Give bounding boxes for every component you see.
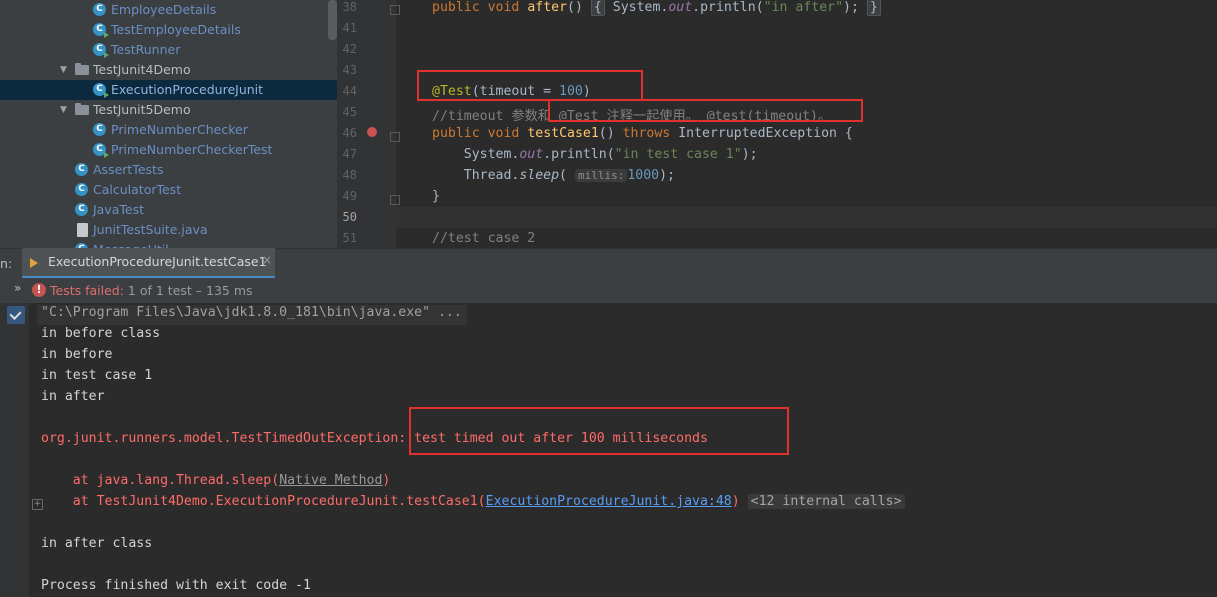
internal-calls-fold[interactable]: <12 internal calls> <box>747 494 905 509</box>
tree-item-employee-details[interactable]: C EmployeeDetails <box>0 0 337 20</box>
tree-item-assert-tests[interactable]: C AssertTests <box>0 160 337 180</box>
native-method-link[interactable]: Native Method <box>279 473 382 488</box>
class-icon: C <box>93 3 106 16</box>
code-line-49: } <box>432 189 440 204</box>
tree-item-execution-procedure-junit[interactable]: C ExecutionProcedureJunit <box>0 80 337 100</box>
stack-trace-line: at TestJunit4Demo.ExecutionProcedureJuni… <box>41 494 905 509</box>
tree-item-message-util[interactable]: C MessageUtil <box>0 240 337 248</box>
chevron-down-icon[interactable]: ▼ <box>60 100 67 120</box>
highlight-box-annotation <box>417 70 643 101</box>
code-line-47: System.out.println("in test case 1"); <box>463 147 758 162</box>
class-icon: C <box>93 123 106 136</box>
code-line-48: Thread.sleep( millis: 1000); <box>463 168 675 183</box>
class-icon: C <box>75 203 88 216</box>
console-line: in test case 1 <box>41 368 153 383</box>
run-tab-execution-procedure[interactable]: ExecutionProcedureJunit.testCase1 × <box>22 248 275 278</box>
code-line-38: public void after() { System.out.println… <box>432 0 881 16</box>
stack-trace-line: at java.lang.Thread.sleep(Native Method) <box>41 473 391 488</box>
run-window-label: n: <box>0 256 13 271</box>
class-icon: C <box>75 163 88 176</box>
fold-icon[interactable] <box>390 132 400 142</box>
tree-item-prime-number-checker[interactable]: C PrimeNumberChecker <box>0 120 337 140</box>
console-gutter <box>0 303 29 597</box>
tree-scrollbar[interactable] <box>328 0 337 40</box>
package-icon <box>75 103 89 115</box>
highlight-box-comment <box>548 99 863 122</box>
code-editor[interactable]: 38 41 42 43 44 45 46 47 48 49 50 51 publ… <box>337 0 1217 248</box>
tree-item-test-junit4-demo[interactable]: ▼ TestJunit4Demo <box>0 60 337 80</box>
expand-icon[interactable]: + <box>32 499 43 510</box>
console-command[interactable]: "C:\Program Files\Java\jdk1.8.0_181\bin\… <box>41 305 462 320</box>
code-line-51: //test case 2 <box>432 231 536 246</box>
tree-item-test-employee-details[interactable]: C TestEmployeeDetails <box>0 20 337 40</box>
parameter-hint: millis: <box>574 169 628 182</box>
test-class-icon: C <box>93 143 109 158</box>
tree-item-junit-test-suite[interactable]: JunitTestSuite.java <box>0 220 337 240</box>
console-line: in after class <box>41 536 153 551</box>
console-line: in before class <box>41 326 161 341</box>
console-line: in after <box>41 389 105 404</box>
run-test-icon[interactable] <box>367 127 377 137</box>
test-status-text: Tests failed: 1 of 1 test – 135 ms <box>50 283 253 298</box>
java-file-icon <box>77 223 88 237</box>
current-line-highlight <box>396 207 1217 228</box>
fold-icon[interactable] <box>390 5 400 15</box>
error-icon: ! <box>32 283 46 297</box>
code-line-46: public void testCase1() throws Interrupt… <box>432 126 853 141</box>
tree-item-test-junit5-demo[interactable]: ▼ TestJunit5Demo <box>0 100 337 120</box>
close-icon[interactable]: × <box>262 253 272 267</box>
package-icon <box>75 63 89 75</box>
class-icon: C <box>75 183 88 196</box>
tree-item-calculator-test[interactable]: C CalculatorTest <box>0 180 337 200</box>
highlight-box-exception <box>409 407 789 455</box>
check-icon[interactable] <box>7 306 25 324</box>
console-line: Process finished with exit code -1 <box>41 578 311 593</box>
tree-item-test-runner[interactable]: C TestRunner <box>0 40 337 60</box>
tree-item-prime-number-checker-test[interactable]: C PrimeNumberCheckerTest <box>0 140 337 160</box>
source-link[interactable]: ExecutionProcedureJunit.java:48 <box>486 494 732 509</box>
tree-item-java-test[interactable]: C JavaTest <box>0 200 337 220</box>
fold-icon[interactable] <box>390 195 400 205</box>
console-line: in before <box>41 347 113 362</box>
project-tree: C EmployeeDetails C TestEmployeeDetails … <box>0 0 337 248</box>
editor-gutter: 38 41 42 43 44 45 46 47 48 49 50 51 <box>337 0 396 248</box>
test-class-icon: C <box>93 43 109 58</box>
test-class-icon: C <box>93 23 109 38</box>
double-chevron-icon[interactable]: » <box>14 281 21 295</box>
test-class-icon: C <box>93 83 109 98</box>
run-config-icon <box>30 258 38 268</box>
chevron-down-icon[interactable]: ▼ <box>60 60 67 80</box>
